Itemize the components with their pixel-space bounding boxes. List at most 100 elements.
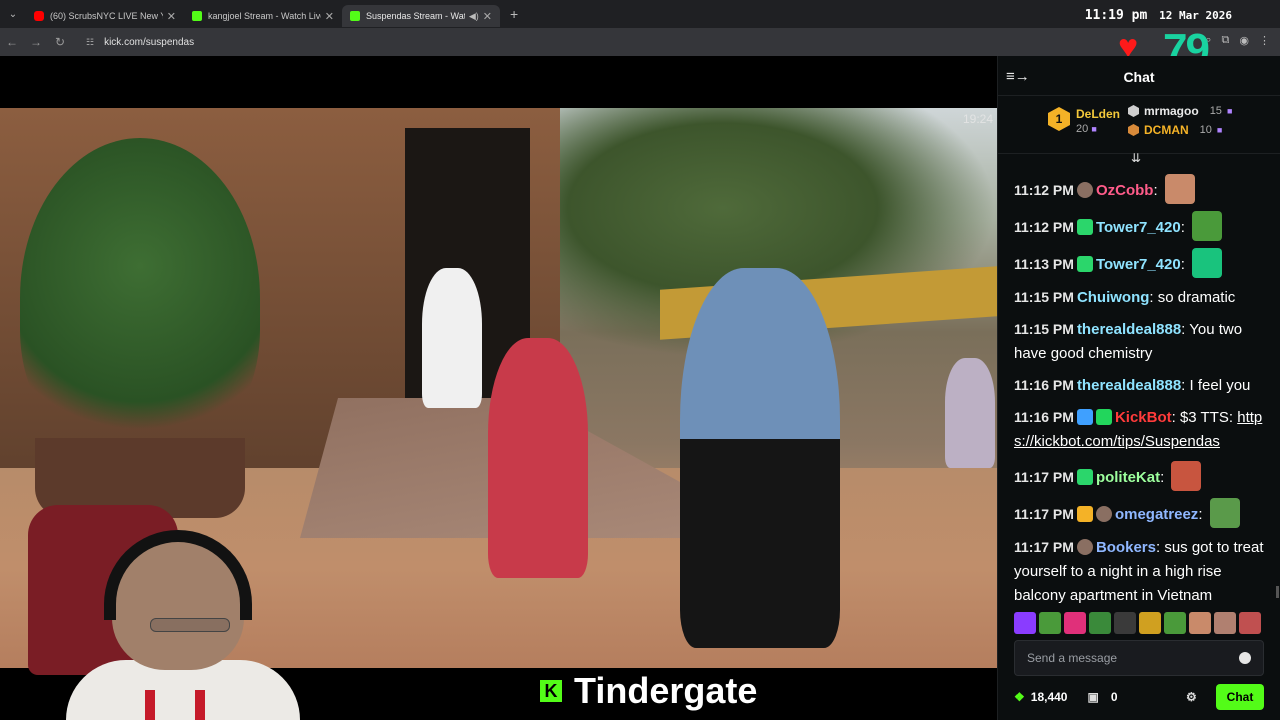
- message-username[interactable]: OzCobb: [1096, 182, 1154, 199]
- chat-message: 11:13 PM Tower7_420:: [1014, 248, 1265, 278]
- face2-emote-icon[interactable]: [1171, 461, 1202, 491]
- message-username[interactable]: therealdeal888: [1077, 321, 1181, 338]
- tab-title: (60) ScrubsNYC LIVE New Y: [50, 11, 163, 21]
- quick-emote-icon[interactable]: [1139, 612, 1161, 634]
- tab-title: kangjoel Stream - Watch Live o: [208, 11, 321, 21]
- kick-logo-icon: K: [540, 680, 562, 702]
- extensions-icon[interactable]: ⧉: [1222, 34, 1230, 47]
- chat-title: Chat: [1123, 69, 1155, 85]
- chat-panel: ≡→ Chat 1 DeLden 20 ■ mrmagoo 15 ■ DCMAN…: [997, 56, 1280, 720]
- channel-points[interactable]: 18,440: [1031, 690, 1068, 704]
- message-text: $3 TTS:: [1179, 409, 1234, 426]
- message-separator: :: [1153, 182, 1162, 199]
- rank-2-icon: [1128, 105, 1139, 117]
- forward-icon[interactable]: →: [24, 35, 48, 49]
- streamer-webcam: [0, 500, 300, 720]
- message-time: 11:15 PM: [1014, 321, 1074, 337]
- message-username[interactable]: KickBot: [1115, 409, 1172, 426]
- leader-1-count: 20 ■: [1076, 123, 1097, 135]
- chat-message: 11:12 PM Tower7_420:: [1014, 211, 1265, 241]
- quick-emote-icon[interactable]: [1064, 612, 1086, 634]
- ttd-emote-icon[interactable]: [1192, 248, 1223, 278]
- pepe-emote-icon[interactable]: [1192, 211, 1223, 241]
- close-tab-icon[interactable]: ✕: [483, 10, 492, 23]
- emoji-picker-icon[interactable]: [1239, 652, 1251, 664]
- message-username[interactable]: Bookers: [1096, 539, 1156, 556]
- quick-emote-icon[interactable]: [1189, 612, 1211, 634]
- message-time: 11:17 PM: [1014, 469, 1074, 485]
- browser-tab-3[interactable]: Suspendas Stream - Watch ◀) ✕: [342, 5, 500, 27]
- message-time: 11:17 PM: [1014, 539, 1074, 555]
- leader-3[interactable]: DCMAN 10 ■: [1128, 123, 1222, 137]
- avatar-badge-icon: [1076, 539, 1093, 555]
- profile-icon[interactable]: ◉: [1239, 34, 1249, 47]
- system-clock: 11:19 pm 12 Mar 2026: [1085, 8, 1232, 23]
- mod-badge-icon: [1076, 409, 1093, 425]
- reload-icon[interactable]: ↻: [48, 35, 72, 49]
- chat-message: 11:17 PM politeKat:: [1014, 461, 1265, 491]
- tab-search-icon[interactable]: ⌄: [0, 0, 26, 28]
- new-tab-icon[interactable]: +: [510, 6, 518, 22]
- quick-emote-icon[interactable]: [1039, 612, 1061, 634]
- browser-tab-1[interactable]: (60) ScrubsNYC LIVE New Y ✕: [26, 5, 184, 27]
- message-time: 11:17 PM: [1014, 506, 1074, 522]
- chat-message: 11:15 PM therealdeal888: You two have goo…: [1014, 317, 1265, 366]
- address-bar-actions: ⌕ ⧉ ◉ ⋮: [1205, 34, 1270, 47]
- message-username[interactable]: Tower7_420: [1096, 256, 1181, 273]
- pepe2-emote-icon[interactable]: [1209, 498, 1240, 528]
- quick-emote-icon[interactable]: [1114, 612, 1136, 634]
- leader-2[interactable]: mrmagoo 15 ■: [1128, 104, 1232, 118]
- message-username[interactable]: therealdeal888: [1077, 377, 1181, 394]
- message-username[interactable]: Chuiwong: [1077, 289, 1149, 306]
- chat-message: 11:12 PM OzCobb:: [1014, 174, 1265, 204]
- sub-badge-icon: [1076, 219, 1093, 235]
- send-chat-button[interactable]: Chat: [1216, 684, 1264, 710]
- youtube-favicon-icon: [34, 11, 44, 21]
- verified-badge-icon: [1095, 409, 1112, 425]
- scene-person: [422, 268, 482, 408]
- chat-input[interactable]: [1014, 640, 1264, 676]
- speaker-icon[interactable]: ◀): [469, 11, 479, 22]
- glasses: [150, 618, 230, 632]
- message-username[interactable]: Tower7_420: [1096, 219, 1181, 236]
- quick-emote-icon[interactable]: [1014, 612, 1036, 634]
- leader-1-name[interactable]: DeLden: [1076, 107, 1120, 121]
- message-separator: :: [1181, 377, 1190, 394]
- scene-person: [488, 338, 588, 578]
- video-player[interactable]: 19:24 K Tindergate: [0, 56, 997, 720]
- quick-emote-icon[interactable]: [1239, 612, 1261, 634]
- emote-bar: [1014, 612, 1261, 634]
- clock-date: 12 Mar 2026: [1159, 9, 1232, 22]
- chat-footer: ❖ 18,440 ▣ 0 ⚙ Chat: [1014, 684, 1264, 710]
- chat-header: ≡→ Chat: [998, 56, 1280, 96]
- quick-emote-icon[interactable]: [1164, 612, 1186, 634]
- quick-emote-icon[interactable]: [1089, 612, 1111, 634]
- browser-tab-bar: ⌄ (60) ScrubsNYC LIVE New Y ✕ kangjoel S…: [0, 0, 1280, 28]
- menu-icon[interactable]: ⋮: [1259, 34, 1270, 47]
- url-field[interactable]: ☷ kick.com/suspendas: [78, 31, 1088, 53]
- url-text: kick.com/suspendas: [104, 36, 195, 48]
- chat-scrollbar[interactable]: [1276, 586, 1279, 598]
- avatar-badge-icon: [1076, 182, 1093, 198]
- pinned-filter-icon[interactable]: ⇊: [1131, 151, 1141, 165]
- chat-message-field[interactable]: [1027, 651, 1239, 665]
- quick-emote-icon[interactable]: [1214, 612, 1236, 634]
- address-bar: ← → ↻ ☷ kick.com/suspendas ⌕ ⧉ ◉ ⋮: [0, 28, 1280, 56]
- chest-icon[interactable]: ▣: [1087, 690, 1098, 704]
- close-tab-icon[interactable]: ✕: [167, 10, 176, 23]
- close-tab-icon[interactable]: ✕: [325, 10, 334, 23]
- message-username[interactable]: politeKat: [1096, 469, 1160, 486]
- scene-person: [680, 268, 840, 648]
- message-separator: :: [1180, 219, 1190, 236]
- clock-time: 11:19 pm: [1084, 8, 1148, 23]
- chat-message: 11:16 PM KickBot: $3 TTS: https://kickbot…: [1014, 405, 1265, 454]
- chat-settings-icon[interactable]: ⚙: [1186, 690, 1197, 704]
- back-icon[interactable]: ←: [0, 35, 24, 49]
- site-info-icon[interactable]: ☷: [86, 37, 94, 48]
- message-username[interactable]: omegatreez: [1115, 506, 1198, 523]
- gift-leaderboard[interactable]: 1 DeLden 20 ■ mrmagoo 15 ■ DCMAN 10 ■: [998, 96, 1280, 154]
- browser-tab-2[interactable]: kangjoel Stream - Watch Live o ✕: [184, 5, 342, 27]
- chat-message: 11:15 PM Chuiwong: so dramatic: [1014, 285, 1265, 310]
- face-emote-icon[interactable]: [1164, 174, 1195, 204]
- channel-points-icon: ❖: [1014, 690, 1025, 704]
